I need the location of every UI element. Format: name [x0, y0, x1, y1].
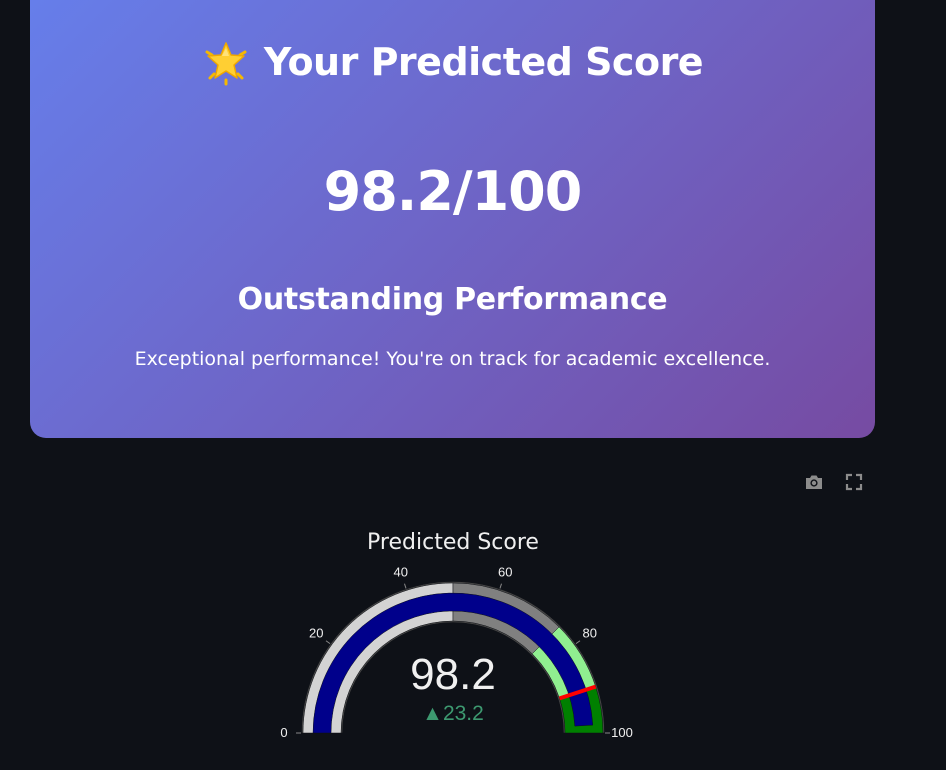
- gauge-tick: [499, 583, 502, 589]
- gauge-tick: [575, 640, 581, 645]
- gauge-tick-label: 80: [582, 626, 596, 641]
- gauge-tick-label: 0: [280, 725, 287, 740]
- gauge-tick-label: 20: [309, 626, 323, 641]
- gauge-value: 98.2: [410, 650, 496, 699]
- gauge-delta: ▲23.2: [422, 702, 484, 725]
- gauge-tick-label: 100: [611, 725, 633, 740]
- gauge-tick-label: 60: [498, 564, 512, 579]
- gauge-chart: 0 20 40 60 80 100 98.2 ▲23.2: [280, 564, 633, 740]
- gauge-tick: [325, 640, 331, 645]
- gauge-tick: [404, 583, 407, 589]
- gauge-tick-label: 40: [394, 564, 408, 579]
